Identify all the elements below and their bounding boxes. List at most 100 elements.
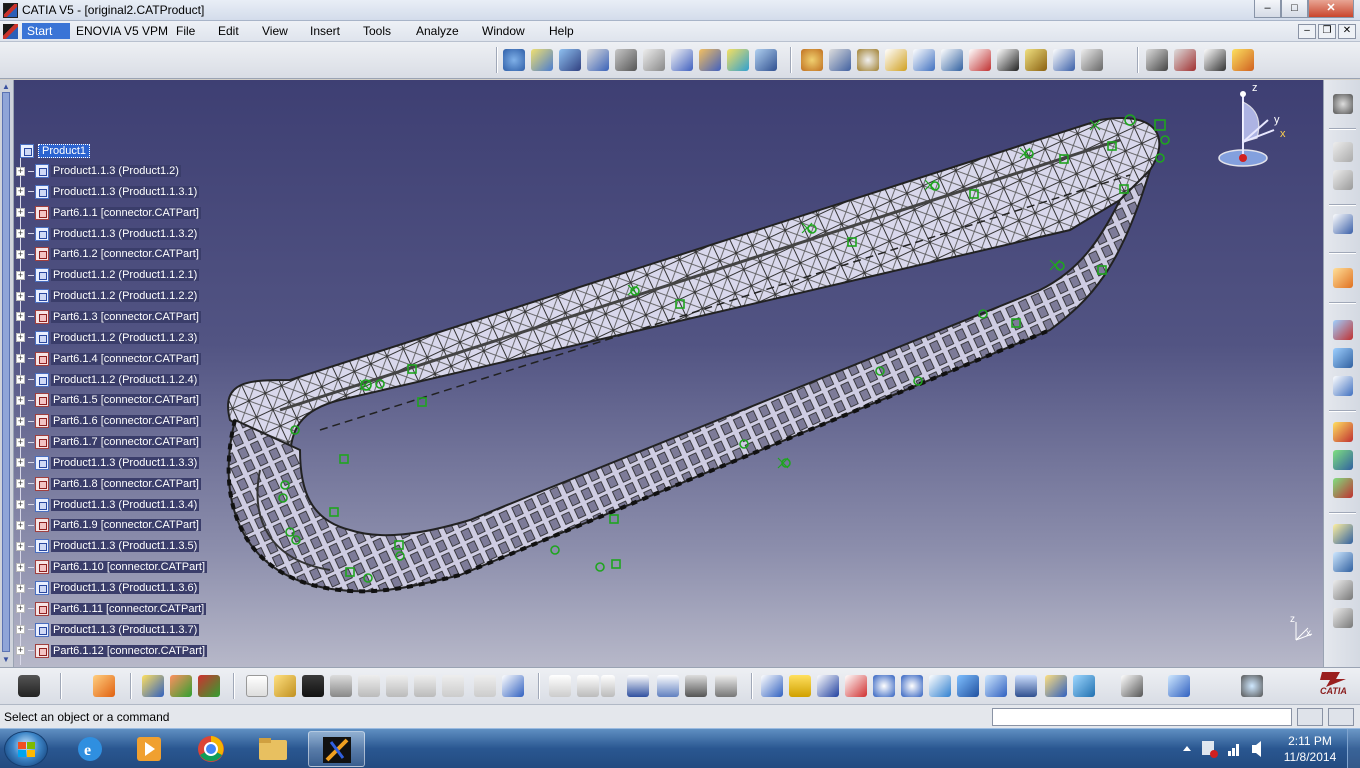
expand-toggle-icon[interactable]: + [16,520,25,530]
camera-icon[interactable] [18,675,40,697]
command-list-button[interactable] [1297,708,1323,726]
expand-toggle-icon[interactable]: + [16,625,25,635]
update-icon[interactable] [727,49,749,71]
mechanism-icon[interactable] [857,49,879,71]
expand-toggle-icon[interactable]: + [16,249,25,259]
copy-icon[interactable] [386,675,408,697]
clash-analysis-icon[interactable] [1333,348,1353,368]
expand-toggle-icon[interactable]: + [16,208,25,218]
tree-node[interactable]: + Part6.1.12 [connector.CATPart] [16,643,208,659]
pattern-icon[interactable] [755,49,777,71]
tree-node[interactable]: + Part6.1.10 [connector.CATPart] [16,559,208,575]
fit-selection-icon[interactable] [93,675,115,697]
minimize-button[interactable]: – [1254,0,1281,18]
manipulation-icon[interactable] [1333,214,1353,234]
shading-icon[interactable] [142,675,164,697]
tree-node[interactable]: + Product1.1.3 (Product1.1.3.6) [16,580,200,596]
select-arrow-icon[interactable] [1333,268,1353,288]
expand-toggle-icon[interactable]: + [16,333,25,343]
expand-toggle-icon[interactable]: + [16,583,25,593]
material-icon[interactable] [170,675,192,697]
tree-node[interactable]: + Product1.1.3 (Product1.1.3.2) [16,226,200,242]
tree-node[interactable]: + Part6.1.7 [connector.CATPart] [16,434,201,450]
distance-icon[interactable] [1333,376,1353,396]
iso-view-icon[interactable] [985,675,1007,697]
menu-view[interactable]: View [262,24,288,38]
menu-tools[interactable]: Tools [363,24,391,38]
replace-component-icon[interactable] [587,49,609,71]
tree-node[interactable]: + Part6.1.8 [connector.CATPart] [16,476,201,492]
eraser-icon[interactable] [1168,675,1190,697]
catalog-browser-icon[interactable] [1333,142,1353,162]
expand-toggle-icon[interactable]: + [16,375,25,384]
annotation-icon[interactable] [997,49,1019,71]
snap-icon[interactable] [913,49,935,71]
reorder-icon[interactable] [1333,478,1353,498]
expand-toggle-icon[interactable]: + [16,458,25,468]
scene-icon[interactable] [1025,49,1047,71]
start-button[interactable] [4,731,48,767]
expand-toggle-icon[interactable]: + [16,166,25,176]
graph-tree-icon[interactable] [671,49,693,71]
expand-toggle-icon[interactable]: + [16,562,25,572]
coincidence-icon[interactable] [1204,49,1226,71]
pan-icon[interactable] [817,675,839,697]
expand-toggle-icon[interactable]: + [16,479,25,489]
gear-icon[interactable] [801,49,823,71]
tree-scrollbar[interactable]: ▲ ▼ [0,80,14,667]
expand-toggle-icon[interactable]: + [16,604,25,614]
tree-node[interactable]: + Part6.1.11 [connector.CATPart] [16,601,207,617]
table-icon[interactable] [627,675,649,697]
menu-help[interactable]: Help [549,24,574,38]
space-analysis-icon[interactable] [1333,320,1353,340]
rotate-icon[interactable] [845,675,867,697]
anchor-icon[interactable] [615,49,637,71]
link-icon[interactable] [601,675,615,697]
tree-node[interactable]: + Product1.1.3 (Product1.1.3.7) [16,622,200,638]
catalog-icon[interactable] [829,49,851,71]
scroll-up-arrow[interactable]: ▲ [2,82,11,91]
swap-visible-space-icon[interactable] [1073,675,1095,697]
tree-node[interactable]: + Product1.1.2 (Product1.1.2.3) [16,330,200,346]
tools-palette-icon[interactable] [1121,675,1143,697]
tree-node[interactable]: + Part6.1.5 [connector.CATPart] [16,392,201,408]
explode-icon[interactable] [941,49,963,71]
cut-icon[interactable] [358,675,380,697]
fit-all-icon[interactable] [789,675,811,697]
pencil-icon[interactable] [643,49,665,71]
expand-toggle-icon[interactable]: + [16,437,25,447]
tree-node[interactable]: + Part6.1.2 [connector.CATPart] [16,246,201,262]
tree-node[interactable]: + Product1.1.2 (Product1.1.2.1) [16,267,200,283]
menu-start[interactable]: Start [22,23,70,39]
menu-file[interactable]: File [176,24,195,38]
properties-icon[interactable] [198,675,220,697]
quick-constraint-icon[interactable] [1232,49,1254,71]
multi-view-icon[interactable] [957,675,979,697]
enhanced-scene-icon[interactable] [1333,580,1353,600]
constraint-icon[interactable] [1146,49,1168,71]
media-player-icon[interactable] [121,731,178,767]
compass[interactable]: z y x [1212,82,1292,177]
section-icon[interactable] [1333,170,1353,190]
formula-icon[interactable] [549,675,571,697]
expand-toggle-icon[interactable]: + [16,395,25,405]
print-icon[interactable] [330,675,352,697]
catia-app-icon[interactable] [3,3,18,18]
scroll-down-arrow[interactable]: ▼ [2,655,11,664]
fix-icon[interactable] [1174,49,1196,71]
scenes-icon[interactable] [1333,524,1353,544]
lock-icon[interactable] [685,675,707,697]
multi-instantiation-icon[interactable] [699,49,721,71]
file-explorer-icon[interactable] [245,731,302,767]
show-desktop-button[interactable] [1347,729,1360,768]
expand-toggle-icon[interactable]: + [16,291,25,301]
tree-node[interactable]: + Part6.1.9 [connector.CATPart] [16,517,201,533]
close-button[interactable]: ✕ [1308,0,1354,18]
redo-icon[interactable] [474,675,496,697]
zoom-in-icon[interactable] [873,675,895,697]
component-icon[interactable] [531,49,553,71]
taskbar-clock[interactable]: 2:11 PM 11/8/2014 [1280,733,1340,765]
product-structure-icon[interactable] [1333,422,1353,442]
new-file-icon[interactable] [246,675,268,697]
expand-toggle-icon[interactable]: + [16,229,25,239]
